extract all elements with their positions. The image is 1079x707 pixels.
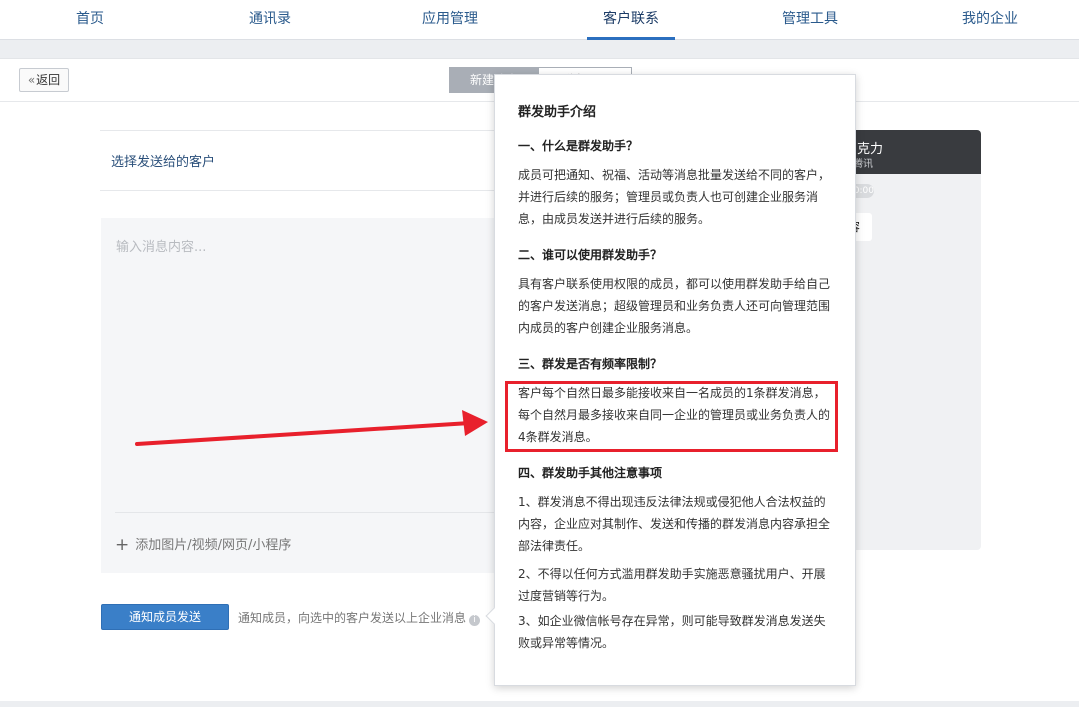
annotation-arrow-icon (135, 410, 488, 446)
